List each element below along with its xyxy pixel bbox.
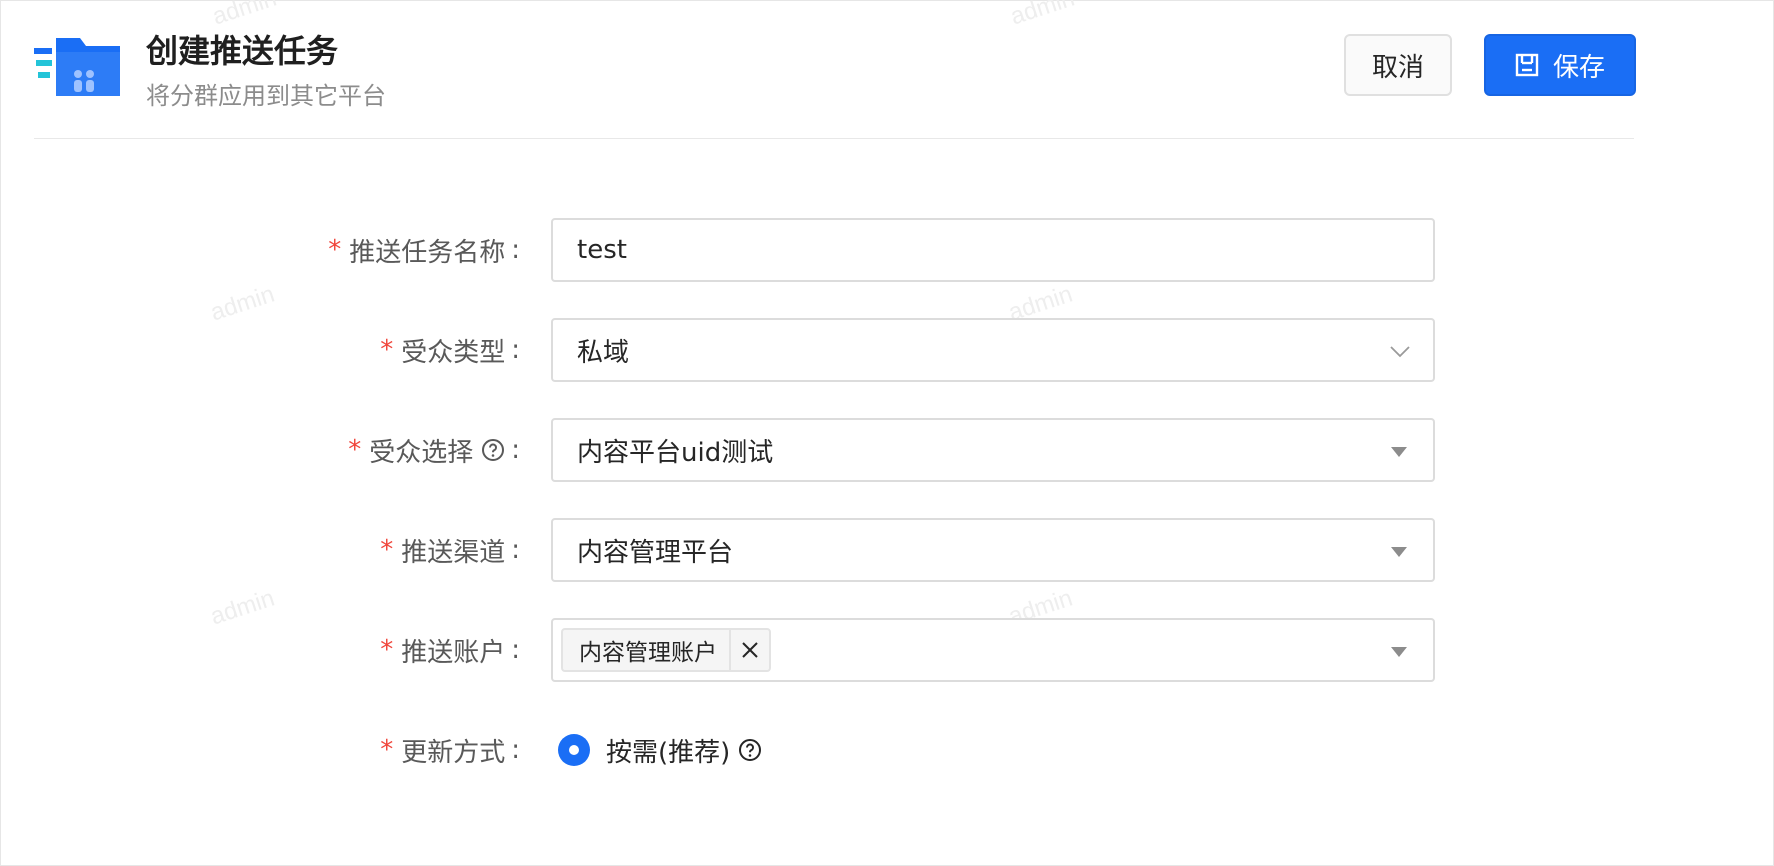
- page-title: 创建推送任务: [146, 32, 339, 70]
- required-asterisk: *: [380, 335, 394, 365]
- task-name-label: * 推送任务名称 :: [328, 218, 520, 282]
- push-channel-label-text: 推送渠道: [401, 537, 506, 568]
- push-channel-value: 内容管理平台: [577, 537, 734, 568]
- save-button-label: 保存: [1552, 52, 1605, 83]
- audience-select-label-text: 受众选择: [369, 437, 474, 468]
- push-account-multiselect[interactable]: 内容管理账户: [551, 618, 1435, 682]
- radio-option-label: 按需(推荐): [606, 737, 731, 768]
- task-name-label-text: 推送任务名称: [349, 237, 506, 268]
- form-row-push-account: * 推送账户 : 内容管理账户: [0, 618, 1774, 682]
- audience-type-label-text: 受众类型: [401, 337, 506, 368]
- cancel-button[interactable]: 取消: [1344, 34, 1452, 96]
- push-channel-dropdown[interactable]: 内容管理平台: [551, 518, 1435, 582]
- label-colon: :: [511, 335, 520, 365]
- update-mode-radio-on-demand[interactable]: 按需(推荐): [558, 718, 762, 782]
- audience-type-label: * 受众类型 :: [380, 318, 520, 382]
- audience-type-select[interactable]: 私域: [551, 318, 1435, 382]
- chevron-down-icon: [1390, 346, 1410, 358]
- tag-remove-button[interactable]: [729, 630, 769, 670]
- caret-down-icon: [1391, 547, 1407, 557]
- update-mode-label: * 更新方式 :: [380, 718, 520, 782]
- task-name-value: test: [577, 235, 627, 265]
- question-circle-icon[interactable]: [738, 738, 762, 762]
- form-row-audience-select: * 受众选择 : 内容平台uid测试: [0, 418, 1774, 482]
- label-colon: :: [511, 735, 520, 765]
- form-row-push-channel: * 推送渠道 : 内容管理平台: [0, 518, 1774, 582]
- push-account-label: * 推送账户 :: [380, 618, 520, 682]
- required-asterisk: *: [380, 635, 394, 665]
- radio-button-selected[interactable]: [558, 734, 590, 766]
- task-name-input[interactable]: test: [551, 218, 1435, 282]
- tag-label: 内容管理账户: [579, 640, 717, 666]
- selected-tag: 内容管理账户: [561, 628, 771, 672]
- label-colon: :: [511, 435, 520, 465]
- required-asterisk: *: [328, 235, 342, 265]
- push-channel-label: * 推送渠道 :: [380, 518, 520, 582]
- form-row-audience-type: * 受众类型 : 私域: [0, 318, 1774, 382]
- form-row-update-mode: * 更新方式 : 按需(推荐): [0, 718, 1774, 782]
- required-asterisk: *: [348, 435, 362, 465]
- page-subtitle: 将分群应用到其它平台: [146, 82, 386, 110]
- audience-select-dropdown[interactable]: 内容平台uid测试: [551, 418, 1435, 482]
- caret-down-icon: [1391, 447, 1407, 457]
- close-icon: [742, 642, 758, 658]
- audience-type-value: 私域: [577, 337, 630, 368]
- question-circle-icon[interactable]: [481, 438, 505, 462]
- caret-down-icon: [1391, 647, 1407, 657]
- label-colon: :: [511, 235, 520, 265]
- cancel-button-label: 取消: [1371, 52, 1424, 83]
- folder-users-icon: [34, 38, 120, 96]
- save-icon: [1515, 53, 1539, 77]
- audience-select-value: 内容平台uid测试: [577, 437, 774, 468]
- update-mode-label-text: 更新方式: [401, 737, 506, 768]
- label-colon: :: [511, 635, 520, 665]
- audience-select-label: * 受众选择 :: [348, 418, 520, 482]
- required-asterisk: *: [380, 535, 394, 565]
- save-button[interactable]: 保存: [1484, 34, 1636, 96]
- required-asterisk: *: [380, 735, 394, 765]
- push-account-label-text: 推送账户: [401, 637, 506, 668]
- page-header: 创建推送任务 将分群应用到其它平台 取消 保存: [34, 22, 1636, 139]
- label-colon: :: [511, 535, 520, 565]
- form-row-task-name: * 推送任务名称 : test: [0, 218, 1774, 282]
